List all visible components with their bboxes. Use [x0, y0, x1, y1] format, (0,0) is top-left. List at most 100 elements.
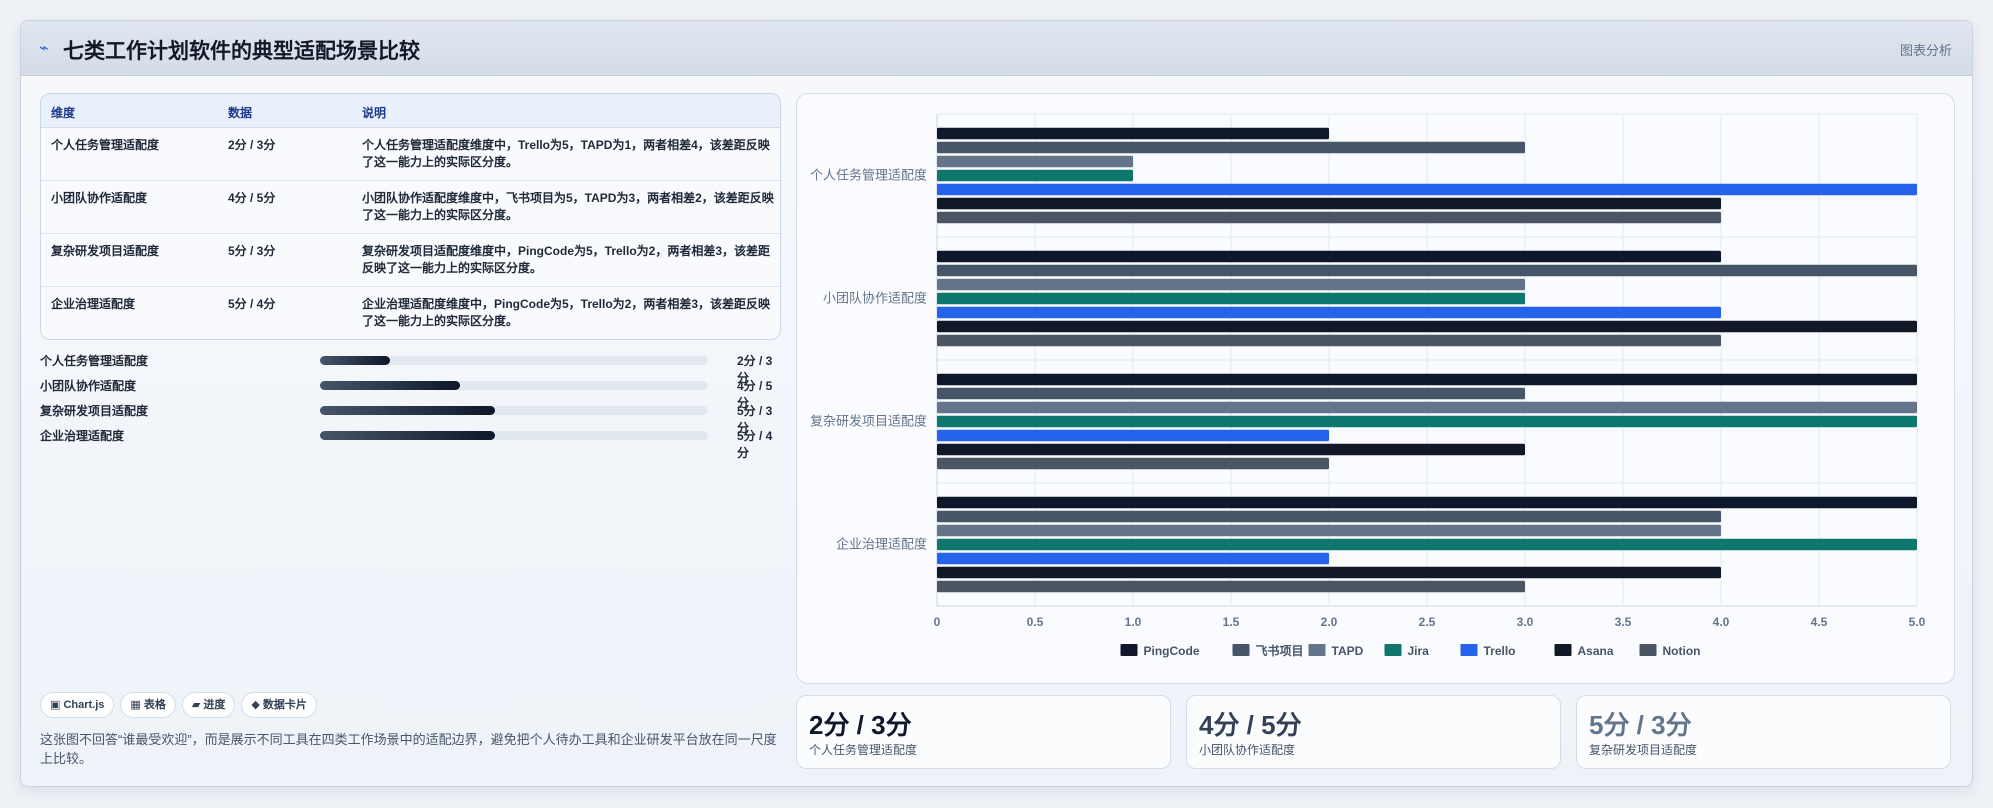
bar-chart: 0 0.5 1.0 1.5 2.0 2.5 3.0 3.5 4.0 4.5 5.0 个人任务管理适配度…	[810, 113, 1926, 658]
bar	[937, 457, 1329, 470]
chip-data-cards[interactable]: ◆ 数据卡片	[241, 692, 317, 718]
legend-label: Jira	[1408, 644, 1430, 658]
progress-label: 个人任务管理适配度	[40, 354, 149, 368]
comparison-table: 维度 数据 说明 个人任务管理适配度 2分 / 3分 个人任务管理适配度维度中，…	[40, 93, 781, 340]
kpi-card: 4分 / 5分 小团队协作适配度	[1186, 695, 1561, 769]
legend-swatch	[1639, 644, 1657, 656]
bar	[937, 155, 1133, 168]
pulse-icon: ⌁	[39, 40, 49, 57]
legend-swatch	[1120, 644, 1138, 656]
column-header-dimension: 维度	[51, 106, 76, 120]
bar	[937, 552, 1329, 565]
kpi-value: 4分 / 5分	[1199, 710, 1302, 740]
cell-dimension: 复杂研发项目适配度	[51, 244, 160, 258]
progress-row: 企业治理适配度 5分 / 4分	[40, 425, 781, 460]
bar	[937, 169, 1133, 182]
legend-swatch	[1554, 644, 1572, 656]
chart-note: 这张图不回答“谁最受欢迎”，而是展示不同工具在四类工作场景中的适配边界，避免把个…	[40, 732, 777, 766]
kpi-value: 2分 / 3分	[809, 710, 912, 740]
table-row: 企业治理适配度 5分 / 4分 企业治理适配度维度中，PingCode为5，Tr…	[41, 287, 780, 339]
bar	[937, 443, 1525, 456]
bar	[937, 510, 1721, 523]
progress-row: 个人任务管理适配度 2分 / 3分	[40, 350, 781, 385]
column-header-data: 数据	[228, 106, 253, 120]
kpi-card: 2分 / 3分 个人任务管理适配度	[796, 695, 1171, 769]
bar	[937, 580, 1525, 593]
bar	[937, 387, 1525, 400]
progress-track	[320, 406, 708, 415]
x-tick-label: 2.0	[1321, 615, 1338, 629]
progress-fill	[320, 406, 495, 415]
x-tick-label: 3.5	[1615, 615, 1632, 629]
legend-label: TAPD	[1332, 644, 1364, 658]
legend-swatch	[1384, 644, 1402, 656]
cell-data: 5分 / 3分	[228, 244, 276, 258]
page-title: 七类工作计划软件的典型适配场景比较	[63, 40, 420, 63]
table-row: 个人任务管理适配度 2分 / 3分 个人任务管理适配度维度中，Trello为5，…	[41, 128, 780, 181]
progress-label: 复杂研发项目适配度	[40, 404, 149, 418]
legend-label: Notion	[1663, 644, 1701, 658]
bar	[937, 278, 1525, 291]
legend-label: Asana	[1578, 644, 1614, 658]
bar	[937, 264, 1917, 277]
x-tick-label: 4.5	[1811, 615, 1828, 629]
cell-data: 2分 / 3分	[228, 138, 276, 152]
x-tick-label: 4.0	[1713, 615, 1730, 629]
table-row: 复杂研发项目适配度 5分 / 3分 复杂研发项目适配度维度中，PingCode为…	[41, 234, 780, 287]
cell-dimension: 个人任务管理适配度	[51, 138, 160, 152]
chip-chartjs[interactable]: ▣ Chart.js	[40, 692, 115, 718]
progress-track	[320, 381, 708, 390]
y-category-label: 企业治理适配度	[836, 537, 927, 552]
bar	[937, 566, 1721, 579]
cell-description: 复杂研发项目适配度维度中，PingCode为5，Trello为2，两者相差3，该…	[362, 244, 771, 275]
x-tick-label: 2.5	[1419, 615, 1436, 629]
bar	[937, 292, 1525, 305]
bar	[937, 496, 1917, 509]
feature-chips: ▣ Chart.js ▦ 表格 ▰ 进度 ◆ 数据卡片	[40, 692, 323, 720]
legend-label: 飞书项目	[1256, 643, 1304, 658]
x-tick-label: 1.5	[1223, 615, 1240, 629]
y-category-label: 小团队协作适配度	[823, 291, 927, 306]
table-header: 维度 数据 说明	[41, 94, 780, 128]
progress-track	[320, 431, 708, 440]
progress-track	[320, 356, 708, 365]
table-row: 小团队协作适配度 4分 / 5分 小团队协作适配度维度中，飞书项目为5，TAPD…	[41, 181, 780, 234]
bar-chart-card: 0 0.5 1.0 1.5 2.0 2.5 3.0 3.5 4.0 4.5 5.0 个人任务管理适配度…	[796, 93, 1955, 684]
legend-swatch	[1232, 644, 1250, 656]
x-tick-label: 3.0	[1517, 615, 1534, 629]
x-tick-label: 0.5	[1027, 615, 1044, 629]
legend-label: PingCode	[1144, 644, 1200, 658]
progress-fill	[320, 431, 495, 440]
progress-row: 小团队协作适配度 4分 / 5分	[40, 375, 781, 410]
bar	[937, 415, 1917, 428]
chip-table[interactable]: ▦ 表格	[120, 692, 176, 718]
bar	[937, 127, 1329, 140]
cell-dimension: 小团队协作适配度	[51, 191, 148, 205]
chart-analysis-label[interactable]: 图表分析	[1900, 40, 1952, 59]
y-category-label: 复杂研发项目适配度	[810, 414, 927, 429]
cell-data: 4分 / 5分	[228, 191, 276, 205]
legend-swatch	[1308, 644, 1326, 656]
bar	[937, 250, 1721, 263]
progress-row: 复杂研发项目适配度 5分 / 3分	[40, 400, 781, 435]
x-tick-label: 5.0	[1909, 615, 1926, 629]
progress-label: 企业治理适配度	[40, 429, 125, 443]
legend-swatch	[1460, 644, 1478, 656]
chip-progress[interactable]: ▰ 进度	[181, 692, 236, 718]
kpi-value: 5分 / 3分	[1589, 710, 1692, 740]
bar	[937, 524, 1721, 537]
bar	[937, 429, 1329, 442]
cell-description: 企业治理适配度维度中，PingCode为5，Trello为2，两者相差3，该差距…	[362, 297, 771, 328]
bar	[937, 334, 1721, 347]
bar	[937, 373, 1917, 386]
bar	[937, 197, 1721, 210]
dashboard-frame: ⌁ 七类工作计划软件的典型适配场景比较 图表分析 维度 数据 说明 个人任务管理…	[20, 20, 1973, 787]
kpi-label: 小团队协作适配度	[1199, 743, 1296, 757]
legend-label: Trello	[1484, 644, 1516, 658]
header-bar: ⌁ 七类工作计划软件的典型适配场景比较 图表分析	[21, 21, 1972, 76]
bar	[937, 320, 1917, 333]
bar	[937, 538, 1917, 551]
cell-data: 5分 / 4分	[228, 297, 276, 311]
bar	[937, 211, 1721, 224]
progress-value: 5分 / 4分	[737, 429, 773, 460]
